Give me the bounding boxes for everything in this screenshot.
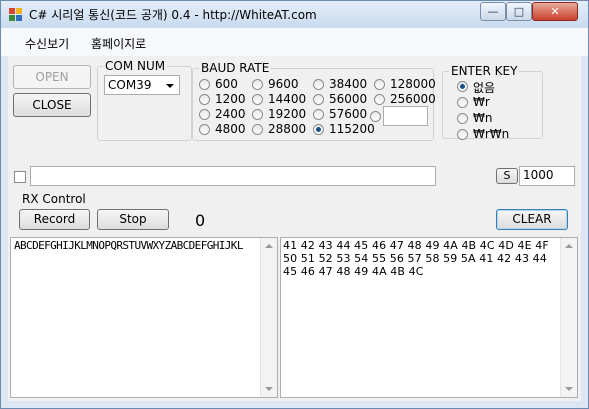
rx-count: 0 (195, 211, 206, 230)
baud-rate-label: BAUD RATE (199, 61, 272, 75)
baud-option-label: 128000 (390, 77, 436, 91)
minimize-icon: — (487, 5, 499, 18)
hex-scrollbar[interactable] (560, 238, 577, 397)
baud-option-label: 28800 (268, 122, 307, 136)
record-button[interactable]: Record (19, 209, 90, 230)
hex-line: 45 46 47 48 49 4A 4B 4C (283, 265, 424, 278)
title-bar[interactable]: C# 시리얼 통신(코드 공개) 0.4 - http://WhiteAT.co… (1, 1, 588, 28)
app-icon (9, 8, 23, 22)
enter-key-option-label: 없음 (473, 81, 496, 95)
hex-output[interactable]: 41 42 43 44 45 46 47 48 49 4A 4B 4C 4D 4… (280, 237, 578, 398)
repeat-send-checkbox[interactable] (14, 171, 26, 183)
stop-button[interactable]: Stop (97, 209, 169, 230)
custom-baud-input[interactable] (383, 106, 428, 126)
ascii-scrollbar[interactable] (260, 238, 277, 397)
hex-line: 50 51 52 53 54 55 56 57 58 59 5A 41 42 4… (283, 252, 547, 265)
scroll-down-icon (265, 387, 273, 391)
baud-option-label: 256000 (390, 92, 436, 106)
main-window: C# 시리얼 통신(코드 공개) 0.4 - http://WhiteAT.co… (0, 0, 589, 409)
hex-output-text: 41 42 43 44 45 46 47 48 49 4A 4B 4C 4D 4… (283, 239, 549, 278)
close-button[interactable]: CLOSE (13, 93, 91, 117)
send-button[interactable]: S (496, 168, 518, 184)
baud-option-label: 14400 (268, 92, 307, 106)
enter-key-option-label: ₩r (473, 95, 490, 109)
client-area: OPEN CLOSE COM NUM COM39 BAUD RATE 600 12… (8, 56, 581, 401)
enter-key-group: ENTER KEY 없음 ₩r ₩n ₩r₩n (442, 64, 543, 141)
menu-bar: 수신보기 홈페이지로 (1, 28, 588, 56)
menu-item-receive-view[interactable]: 수신보기 (25, 35, 69, 52)
enter-key-label: ENTER KEY (449, 64, 520, 78)
baud-option-label: 4800 (215, 122, 246, 136)
chevron-down-icon (166, 84, 174, 88)
maximize-icon: □ (513, 5, 525, 18)
menu-item-homepage[interactable]: 홈페이지로 (91, 35, 146, 52)
ascii-output-text: ABCDEFGHIJKLMNOPQRSTUVWXYZABCDEFGHIJKL (14, 239, 243, 252)
baud-option-label: 38400 (329, 77, 368, 91)
baud-option-label: 56000 (329, 92, 368, 106)
baud-option-label: 19200 (268, 107, 307, 121)
baud-option-label: 9600 (268, 77, 299, 91)
enter-key-option-label: ₩n (473, 111, 493, 125)
open-button[interactable]: OPEN (13, 65, 91, 89)
close-window-button[interactable]: ✕ (532, 2, 578, 21)
minimize-button[interactable]: — (480, 2, 506, 21)
clear-button[interactable]: CLEAR (496, 209, 568, 230)
hex-line: 41 42 43 44 45 46 47 48 49 4A 4B 4C 4D 4… (283, 239, 549, 252)
scroll-down-icon (565, 387, 573, 391)
baud-option-label: 115200 (329, 122, 375, 136)
enter-key-option-label: ₩r₩n (473, 127, 510, 141)
maximize-button[interactable]: □ (506, 2, 532, 21)
baud-option-label: 600 (215, 77, 238, 91)
interval-input[interactable]: 1000 (519, 166, 575, 186)
com-port-select[interactable]: COM39 (104, 75, 180, 95)
scroll-up-icon (265, 244, 273, 248)
baud-rate-group: BAUD RATE 600 1200 2400 4800 9600 14400 19200 2… (192, 61, 436, 141)
com-num-group: COM NUM COM39 (97, 59, 192, 141)
scroll-up-icon (565, 244, 573, 248)
com-num-label: COM NUM (103, 59, 168, 73)
baud-option-label: 2400 (215, 107, 246, 121)
baud-option-label: 1200 (215, 92, 246, 106)
baud-option-label: 57600 (329, 107, 368, 121)
ascii-output[interactable]: ABCDEFGHIJKLMNOPQRSTUVWXYZABCDEFGHIJKL (10, 237, 278, 398)
send-text-input[interactable] (30, 166, 436, 186)
close-icon: ✕ (550, 5, 560, 18)
com-port-value: COM39 (108, 78, 152, 92)
window-title: C# 시리얼 통신(코드 공개) 0.4 - http://WhiteAT.co… (29, 8, 317, 22)
rx-control-label: RX Control (22, 192, 86, 206)
